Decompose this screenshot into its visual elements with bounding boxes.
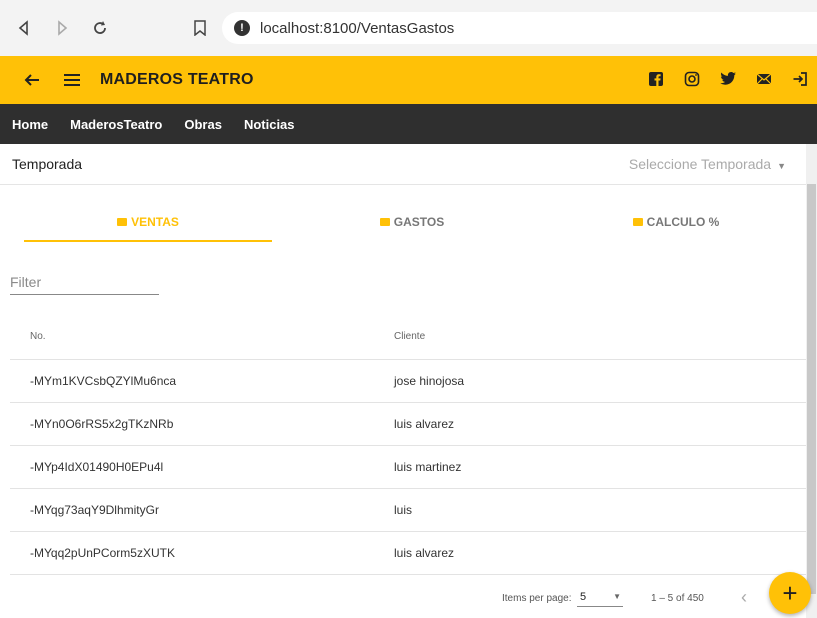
bookmark-icon[interactable] <box>186 14 214 42</box>
logout-icon[interactable] <box>789 68 811 90</box>
cell-cliente: luis martinez <box>394 460 462 474</box>
reload-icon[interactable] <box>86 14 114 42</box>
add-button[interactable]: + <box>769 572 811 614</box>
tab-ventas[interactable]: VENTAS <box>24 202 272 242</box>
cell-cliente: luis <box>394 503 413 517</box>
cell-no: -MYqq2pUnPCorm5zXUTK <box>30 546 175 560</box>
cell-no: -MYn0O6rRS5x2gTKzNRb <box>30 417 174 431</box>
caret-down-icon: ▼ <box>777 161 786 171</box>
tab-bar: VENTAS GASTOS CALCULO % <box>24 202 800 242</box>
table-header: No. Cliente <box>10 314 806 360</box>
tab-gastos-label: GASTOS <box>393 215 445 229</box>
app-toolbar: MADEROS TEATRO <box>0 56 817 104</box>
cell-cliente: jose hinojosa <box>394 374 465 388</box>
filter-input[interactable] <box>10 270 159 295</box>
calculo-icon <box>632 218 643 226</box>
caret-down-icon: ▼ <box>613 592 621 601</box>
table-row[interactable]: -MYn0O6rRS5x2gTKzNRb luis alvarez <box>10 403 806 446</box>
gastos-icon <box>379 218 390 226</box>
cell-cliente: luis alvarez <box>394 546 455 560</box>
cell-cliente: luis alvarez <box>394 417 455 431</box>
content-area: Temporada Seleccione Temporada ▼ VENTAS G… <box>0 144 806 618</box>
app-title: MADEROS TEATRO <box>100 71 254 88</box>
url-text: localhost:8100/VentasGastos <box>260 19 455 37</box>
table-row[interactable]: -MYp4IdX01490H0EPu4l luis martinez <box>10 446 806 489</box>
tab-gastos[interactable]: GASTOS <box>288 202 536 242</box>
column-header-no[interactable]: No. <box>10 331 386 342</box>
social-links <box>645 68 811 90</box>
nav-maderosteatro[interactable]: MaderosTeatro <box>70 117 162 132</box>
browser-chrome: ! localhost:8100/VentasGastos <box>0 0 817 57</box>
cell-no: -MYqg73aqY9DlhmityGr <box>30 503 159 517</box>
facebook-icon[interactable] <box>645 68 667 90</box>
page-range: 1 – 5 of 450 <box>651 593 704 604</box>
tab-ventas-label: VENTAS <box>131 215 179 229</box>
nav-home[interactable]: Home <box>12 117 48 132</box>
table-row[interactable]: -MYqg73aqY9DlhmityGr luis <box>10 489 806 532</box>
info-icon[interactable]: ! <box>234 20 250 36</box>
season-select[interactable]: Seleccione Temporada ▼ <box>629 156 786 172</box>
table-row[interactable]: -MYm1KVCsbQZYlMu6nca jose hinojosa <box>10 360 806 403</box>
table-row[interactable]: -MYqq2pUnPCorm5zXUTK luis alvarez <box>10 532 806 575</box>
ventas-icon <box>117 218 128 226</box>
back-icon[interactable] <box>10 14 38 42</box>
tab-calculo[interactable]: CALCULO % <box>552 202 800 242</box>
nav-obras[interactable]: Obras <box>184 117 222 132</box>
previous-page-icon[interactable]: ‹ <box>741 587 747 608</box>
season-label: Temporada <box>12 156 83 172</box>
ventas-table: No. Cliente -MYm1KVCsbQZYlMu6nca jose hi… <box>10 314 806 575</box>
mail-icon[interactable] <box>753 68 775 90</box>
cell-no: -MYp4IdX01490H0EPu4l <box>30 460 164 474</box>
instagram-icon[interactable] <box>681 68 703 90</box>
scrollbar[interactable] <box>806 144 817 618</box>
menu-icon[interactable] <box>60 68 84 92</box>
main-nav: Home MaderosTeatro Obras Noticias <box>0 104 817 144</box>
forward-icon[interactable] <box>48 14 76 42</box>
page-size-value: 5 <box>580 591 587 603</box>
tab-calculo-label: CALCULO % <box>646 215 720 229</box>
arrow-left-icon[interactable] <box>20 68 44 92</box>
page-size-select[interactable]: 5 ▼ <box>577 588 623 607</box>
twitter-icon[interactable] <box>717 68 739 90</box>
scrollbar-thumb[interactable] <box>807 184 816 594</box>
nav-noticias[interactable]: Noticias <box>244 117 295 132</box>
season-placeholder: Seleccione Temporada <box>628 156 772 172</box>
paginator: Items per page: 5 ▼ 1 – 5 of 450 ‹ <box>0 584 806 614</box>
column-header-cliente[interactable]: Cliente <box>386 331 806 342</box>
address-bar[interactable]: ! localhost:8100/VentasGastos <box>222 12 817 44</box>
season-row: Temporada Seleccione Temporada ▼ <box>0 144 806 185</box>
cell-no: -MYm1KVCsbQZYlMu6nca <box>30 374 177 388</box>
items-per-page-label: Items per page: <box>502 593 572 604</box>
